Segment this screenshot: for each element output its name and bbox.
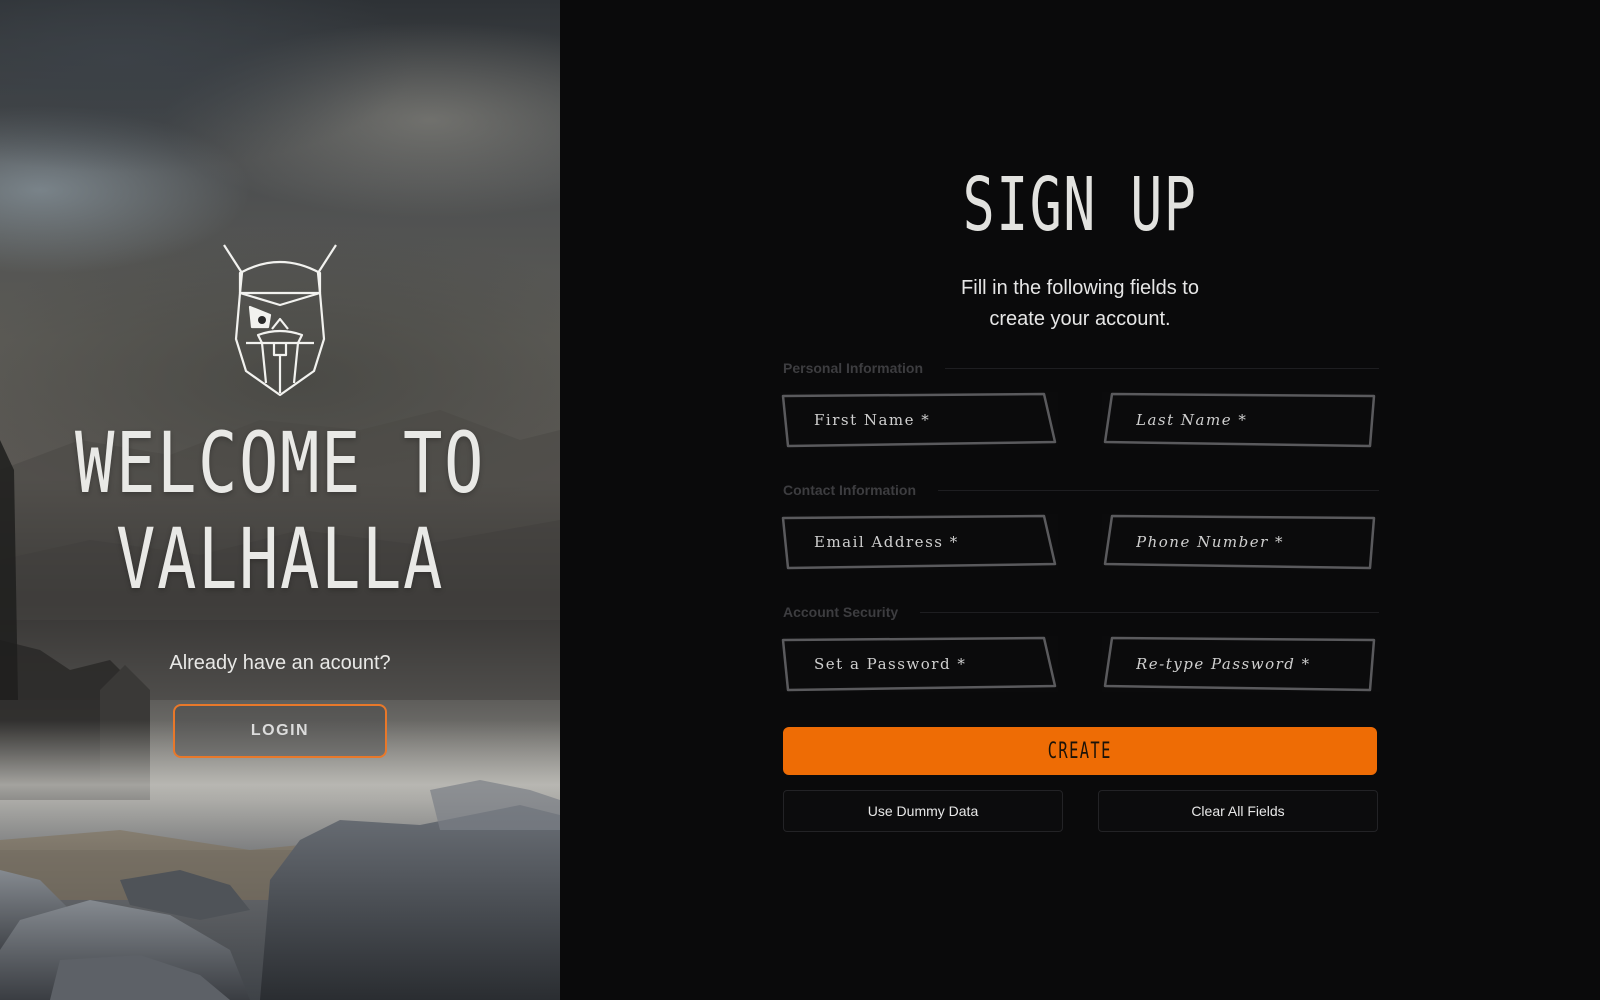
create-button[interactable]: CREATE xyxy=(783,727,1377,775)
password-field[interactable] xyxy=(780,636,1058,692)
already-have-account-text: Already have an acount? xyxy=(169,652,391,674)
section-label-text: Contact Information xyxy=(783,482,916,498)
retype-password-input[interactable] xyxy=(1136,636,1356,692)
welcome-line-2: VALHALLA xyxy=(115,510,445,608)
retype-password-field[interactable] xyxy=(1102,636,1380,692)
subtitle-line-2: create your account. xyxy=(989,308,1171,330)
hero-panel: WELCOME TO VALHALLA Already have an acou… xyxy=(0,0,560,1000)
section-label-text: Account Security xyxy=(783,604,899,620)
section-divider xyxy=(945,367,1379,369)
login-button[interactable]: LOGIN xyxy=(173,704,387,758)
welcome-heading: WELCOME TO VALHALLA xyxy=(62,415,499,607)
email-field[interactable] xyxy=(780,514,1058,570)
first-name-field[interactable] xyxy=(780,392,1058,448)
phone-input[interactable] xyxy=(1136,514,1356,570)
section-divider xyxy=(938,489,1379,491)
section-account-security: Account Security xyxy=(783,604,1379,620)
last-name-input[interactable] xyxy=(1136,392,1356,448)
section-personal-information: Personal Information xyxy=(783,360,1379,376)
use-dummy-data-button[interactable]: Use Dummy Data xyxy=(783,790,1063,832)
welcome-line-1: WELCOME TO xyxy=(74,414,486,512)
phone-field[interactable] xyxy=(1102,514,1380,570)
first-name-input[interactable] xyxy=(814,392,1034,448)
signup-title: SIGN UP xyxy=(962,162,1198,248)
section-contact-information: Contact Information xyxy=(783,482,1379,498)
viking-helmet-icon xyxy=(223,244,337,397)
email-input[interactable] xyxy=(814,514,1034,570)
signup-form-panel: SIGN UP Fill in the following fields to … xyxy=(560,0,1600,1000)
clear-all-fields-button[interactable]: Clear All Fields xyxy=(1098,790,1378,832)
last-name-field[interactable] xyxy=(1102,392,1380,448)
password-input[interactable] xyxy=(814,636,1034,692)
section-label-text: Personal Information xyxy=(783,360,924,376)
subtitle-line-1: Fill in the following fields to xyxy=(961,277,1199,299)
signup-subtitle: Fill in the following fields to create y… xyxy=(560,273,1600,335)
section-divider xyxy=(920,611,1379,613)
create-button-label: CREATE xyxy=(1047,738,1113,764)
